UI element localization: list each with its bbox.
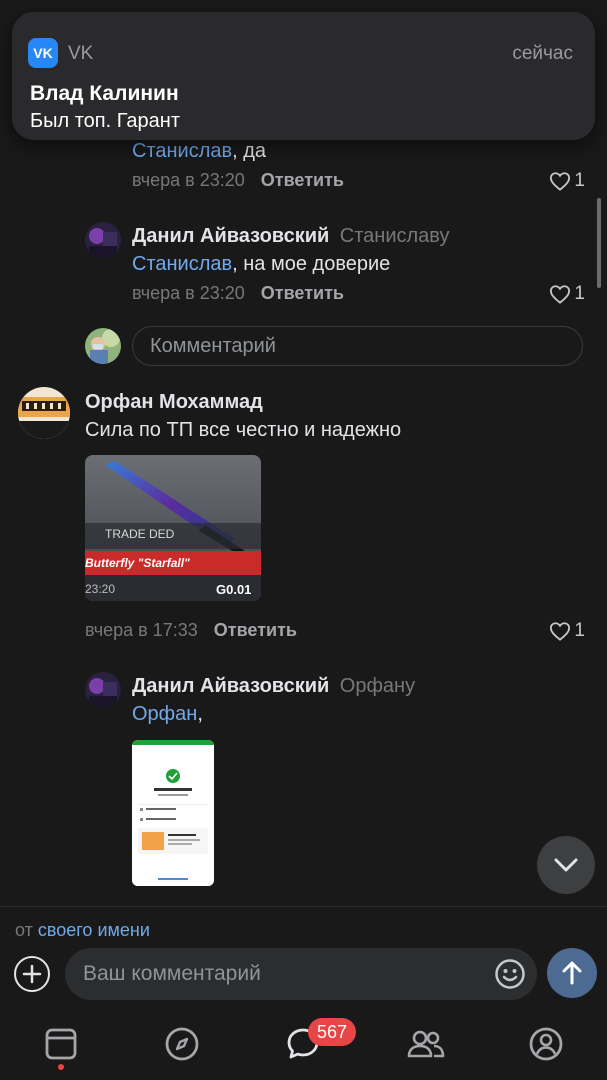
image-label: TRADE DED <box>105 527 175 541</box>
comment-time: вчера в 23:20 <box>132 170 245 190</box>
tab-profile[interactable] <box>528 1026 564 1062</box>
my-avatar <box>85 328 121 364</box>
mention-link[interactable]: Орфан <box>132 703 197 725</box>
feed-unread-dot <box>58 1064 64 1070</box>
from-link[interactable]: своего имени <box>38 920 150 940</box>
image-price: G0.01 <box>216 582 252 597</box>
author-name[interactable]: Данил Айвазовский <box>132 675 329 697</box>
notification-app-name: VK <box>68 43 94 64</box>
like-button[interactable]: 1 <box>549 170 585 192</box>
avatar[interactable] <box>18 387 70 439</box>
heart-icon <box>550 285 571 304</box>
push-notification[interactable]: VK VK сейчас Влад Калинин Был топ. Гаран… <box>12 12 595 140</box>
reply-to: Станиславу <box>339 225 450 247</box>
feed-icon <box>45 1028 77 1060</box>
heart-icon <box>550 622 571 641</box>
avatar[interactable] <box>85 222 121 258</box>
reply-to: Орфану <box>339 675 416 697</box>
profile-icon <box>529 1027 563 1061</box>
comment-header: Орфан Мохаммад <box>85 391 263 414</box>
compass-icon <box>165 1027 199 1061</box>
tab-bar <box>0 1010 607 1080</box>
like-count: 1 <box>574 620 585 641</box>
avatar[interactable] <box>85 672 121 708</box>
tab-feed[interactable] <box>43 1026 79 1062</box>
reply-button[interactable]: Ответить <box>261 170 344 190</box>
reply-button[interactable]: Ответить <box>261 283 344 303</box>
comment-text: Сила по ТП все честно и надежно <box>85 419 402 441</box>
scroll-down-button[interactable] <box>537 836 595 894</box>
attach-button[interactable] <box>14 956 50 992</box>
mention-link[interactable]: Станислав <box>132 253 232 275</box>
comment-meta: вчера в 23:20 Ответить <box>132 283 344 304</box>
comment-meta: вчера в 23:20 Ответить <box>132 170 344 191</box>
reply-button[interactable]: Ответить <box>214 620 297 640</box>
comment-meta: вчера в 17:33 Ответить <box>85 620 297 641</box>
author-name[interactable]: Данил Айвазовский <box>132 225 329 247</box>
comment-input[interactable]: Ваш комментарий <box>65 948 537 1000</box>
comment-text: Станислав, да <box>132 140 267 162</box>
comment-header: Данил Айвазовский Орфану <box>132 675 415 698</box>
image-time: 23:20 <box>85 582 116 596</box>
heart-icon <box>550 172 571 191</box>
smile-icon <box>495 959 525 989</box>
emoji-button[interactable] <box>494 958 526 990</box>
screen: VK VK сейчас Влад Калинин Был топ. Гаран… <box>0 0 607 1080</box>
author-name[interactable]: Орфан Мохаммад <box>85 391 263 413</box>
send-button[interactable] <box>547 948 597 998</box>
comment-header: Данил Айвазовский Станиславу <box>132 225 449 248</box>
like-button[interactable]: 1 <box>549 283 585 305</box>
comment-time: вчера в 23:20 <box>132 283 245 303</box>
mention-link[interactable]: Станислав <box>132 140 232 162</box>
notification-title: Влад Калинин <box>30 82 179 105</box>
plus-icon <box>22 964 42 984</box>
friends-icon <box>407 1030 445 1058</box>
from-prefix: от <box>15 920 33 940</box>
comment-text: Станислав, на мое доверие <box>132 253 391 275</box>
tab-discover[interactable] <box>164 1026 200 1062</box>
like-count: 1 <box>574 283 585 304</box>
notification-time: сейчас <box>512 43 573 64</box>
divider <box>0 906 607 907</box>
image-item-name: Butterfly "Starfall" <box>85 556 190 570</box>
notification-body: Был топ. Гарант <box>30 110 181 132</box>
post-as-selector[interactable]: от своего имени <box>15 920 150 941</box>
scrollbar[interactable] <box>597 198 601 288</box>
like-count: 1 <box>574 170 585 191</box>
arrow-up-icon <box>562 961 582 985</box>
chevron-down-icon <box>554 858 578 872</box>
tab-friends[interactable] <box>407 1026 445 1062</box>
attached-screenshot[interactable] <box>132 740 214 886</box>
attached-image[interactable]: TRADE DED Butterfly "Starfall" 23:20 G0.… <box>85 455 261 601</box>
comment-time: вчера в 17:33 <box>85 620 198 640</box>
thread-comment-input[interactable]: Комментарий <box>132 326 583 366</box>
vk-app-icon: VK <box>28 38 58 68</box>
messages-badge: 567 <box>308 1018 356 1046</box>
comment-text: Орфан, <box>132 703 203 725</box>
like-button[interactable]: 1 <box>549 620 585 642</box>
